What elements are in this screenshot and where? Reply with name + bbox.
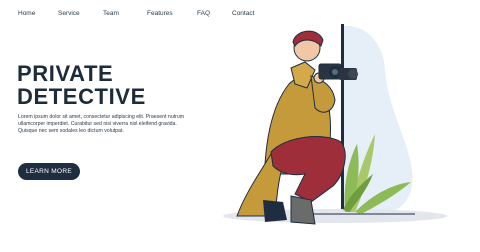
nav-link-team[interactable]: Team: [103, 10, 119, 17]
trousers: [270, 136, 346, 203]
nav-link-faq[interactable]: FAQ: [197, 10, 210, 17]
wall-corner: [341, 24, 344, 216]
left-boot: [263, 200, 287, 222]
nav-link-features[interactable]: Features: [147, 10, 173, 17]
nav-link-contact[interactable]: Contact: [232, 10, 254, 17]
hero-title-line-1: PRIVATE: [17, 61, 114, 86]
nav-link-home[interactable]: Home: [18, 10, 35, 17]
right-boot: [290, 195, 316, 225]
hero-title-line-2: DETECTIVE: [17, 84, 146, 109]
hero-description: Lorem ipsum dolor sit amet, consectetur …: [18, 114, 185, 134]
nav-link-service[interactable]: Service: [58, 10, 80, 17]
learn-more-button[interactable]: LEARN MORE: [18, 163, 80, 180]
top-navigation: Home Service Team Features FAQ Contact: [0, 10, 270, 20]
hero-title: PRIVATE DETECTIVE: [17, 62, 146, 108]
detective-illustration: [223, 24, 447, 225]
